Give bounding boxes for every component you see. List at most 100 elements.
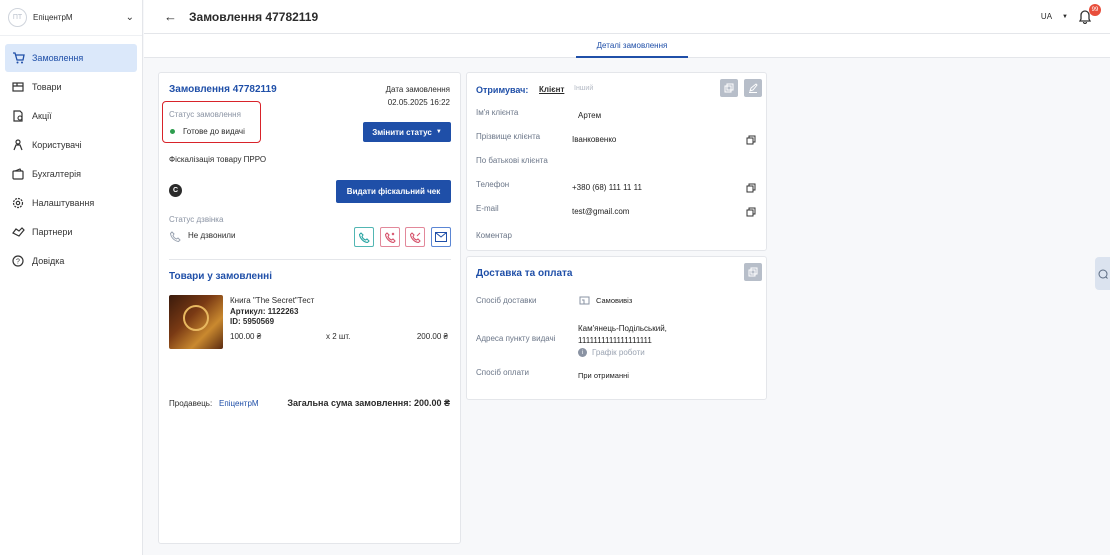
language-selector[interactable]: UA ▼ (1041, 12, 1068, 21)
header: ← Замовлення 47782119 UA ▼ 99 (144, 0, 1110, 34)
product-article: Артикул: 1122263 (230, 307, 299, 316)
org-switcher[interactable]: ПТ ЕпіцентрМ ⌄ (0, 0, 142, 36)
sidebar-item-label: Бухгалтерія (32, 169, 81, 179)
sidebar-item-label: Налаштування (32, 198, 95, 208)
delivery-method-label: Спосіб доставки (476, 296, 537, 305)
phone-icon (169, 231, 181, 244)
product-image[interactable] (169, 295, 223, 349)
sidebar-item-label: Товари (32, 82, 62, 92)
copy-icon[interactable] (746, 135, 756, 145)
product-image-circle (183, 305, 209, 331)
store-icon (579, 294, 590, 307)
call-client-button[interactable] (354, 227, 374, 247)
fiscal-receipt-label: Видати фіскальний чек (346, 187, 441, 196)
schedule-link[interactable]: Графік роботи (592, 348, 645, 357)
copy-icon[interactable] (746, 207, 756, 217)
order-card: Замовлення 47782119 Дата замовлення 02.0… (158, 72, 461, 544)
goods-title: Товари у замовленні (169, 271, 272, 282)
copy-delivery-button[interactable] (744, 263, 762, 281)
handshake-icon (11, 225, 25, 239)
seller-name[interactable]: ЕпіцентрМ (219, 399, 259, 408)
caret-down-icon: ▼ (435, 129, 442, 135)
svg-text:?: ? (16, 259, 20, 266)
promo-icon (11, 109, 25, 123)
sidebar-item-help[interactable]: ? Довідка (5, 247, 137, 275)
chat-icon (1098, 269, 1108, 279)
recipient-tab-other[interactable]: Інший (574, 85, 593, 92)
recipient-label: Отримувач: (476, 85, 529, 95)
recipient-tab-client[interactable]: Клієнт (539, 85, 564, 94)
delivery-method-value: Самовивіз (596, 296, 633, 305)
call-status-value: Не дзвонили (188, 231, 236, 240)
gear-icon (11, 196, 25, 210)
sidebar-item-label: Акції (32, 111, 52, 121)
sidebar-item-promotions[interactable]: Акції (5, 102, 137, 130)
order-title: Замовлення 47782119 (169, 84, 277, 95)
sidebar-item-partners[interactable]: Партнери (5, 218, 137, 246)
box-icon (11, 80, 25, 94)
divider (169, 259, 451, 260)
mail-icon (435, 232, 447, 242)
phone-declined-icon (409, 231, 421, 243)
order-status-value: Готове до видачі (183, 127, 245, 136)
change-status-button[interactable]: Змінити статус ▼ (363, 122, 451, 142)
order-status-label: Статус замовлення (169, 110, 241, 119)
wallet-icon (11, 167, 25, 181)
phone-label: Телефон (476, 180, 510, 189)
help-icon: ? (11, 254, 25, 268)
sidebar-item-label: Користувачі (32, 140, 82, 150)
sidebar-item-accounting[interactable]: Бухгалтерія (5, 160, 137, 188)
sidebar-item-settings[interactable]: Налаштування (5, 189, 137, 217)
send-message-button[interactable] (431, 227, 451, 247)
call-missed-button[interactable] (380, 227, 400, 247)
tab-order-details[interactable]: Деталі замовлення (576, 34, 688, 58)
product-price: 100.00 ₴ (230, 332, 262, 341)
pickup-address-label: Адреса пункту видачі (476, 334, 556, 343)
chevron-down-icon[interactable]: ⌄ (126, 12, 134, 23)
sidebar-item-users[interactable]: Користувачі (5, 131, 137, 159)
call-declined-button[interactable] (405, 227, 425, 247)
delivery-title: Доставка та оплата (476, 268, 573, 279)
chat-widget-tab[interactable] (1095, 257, 1110, 290)
patronymic-label: По батькові клієнта (476, 156, 548, 165)
copy-recipient-button[interactable] (720, 79, 738, 97)
sidebar-item-products[interactable]: Товари (5, 73, 137, 101)
edit-recipient-button[interactable] (744, 79, 762, 97)
product-id: ID: 5950569 (230, 317, 275, 326)
phone-call-icon (358, 231, 370, 243)
sidebar-item-orders[interactable]: Замовлення (5, 44, 137, 72)
sidebar-item-label: Довідка (32, 256, 65, 266)
info-icon: i (578, 348, 587, 357)
status-highlight-box (162, 101, 261, 143)
fiscal-receipt-button[interactable]: Видати фіскальний чек (336, 180, 451, 203)
pickup-address-line1: Кам'янець-Подільський, (578, 324, 667, 333)
order-total: Загальна сума замовлення: 200.00 ₴ (287, 398, 450, 408)
sidebar-item-label: Замовлення (32, 53, 84, 63)
sidebar-nav: Замовлення Товари Акції Користувачі Бухг… (0, 44, 142, 275)
comment-label: Коментар (476, 231, 512, 240)
language-label: UA (1040, 12, 1053, 21)
email-label: E-mail (476, 204, 499, 213)
status-dot (170, 129, 175, 134)
change-status-label: Змінити статус (372, 127, 432, 137)
delivery-card: Доставка та оплата Спосіб доставки Самов… (466, 256, 767, 400)
order-date-label: Дата замовлення (385, 85, 450, 94)
page-title: Замовлення 47782119 (189, 9, 319, 24)
org-name: ЕпіцентрМ (33, 13, 73, 22)
cart-icon (11, 51, 25, 65)
recipient-card: Отримувач: Клієнт Інший Ім'я клієнта Арт… (466, 72, 767, 251)
org-avatar: ПТ (8, 8, 27, 27)
sidebar: ПТ ЕпіцентрМ ⌄ Замовлення Товари Акції К… (0, 0, 143, 555)
copy-icon (724, 83, 734, 93)
fiscal-badge: C (169, 184, 182, 197)
payment-method-label: Спосіб оплати (476, 368, 529, 377)
users-icon (11, 138, 25, 152)
copy-icon[interactable] (746, 183, 756, 193)
first-name-label: Ім'я клієнта (476, 108, 519, 117)
back-arrow-icon[interactable]: ← (164, 9, 177, 24)
product-name[interactable]: Книга "The Secret"Тест (230, 296, 314, 305)
payment-method-value: При отриманні (578, 371, 629, 380)
call-status-label: Статус дзвінка (169, 215, 224, 224)
product-total: 200.00 ₴ (416, 332, 448, 341)
caret-down-icon: ▼ (1062, 13, 1068, 20)
